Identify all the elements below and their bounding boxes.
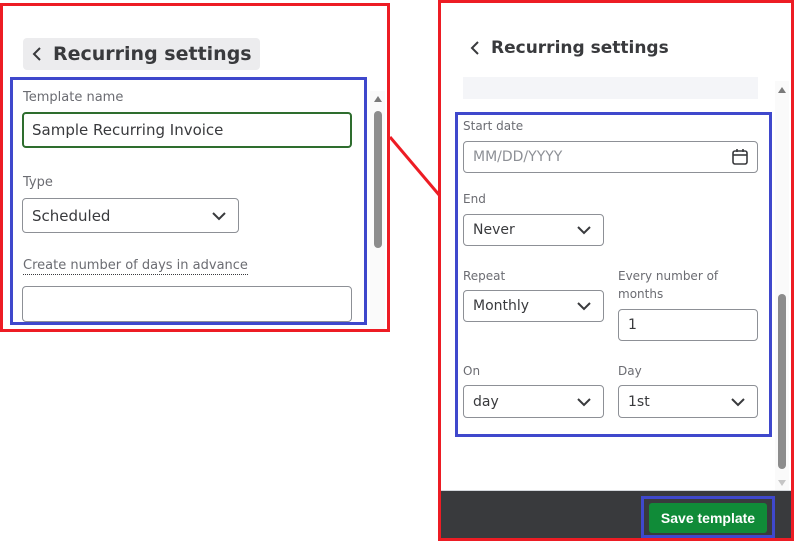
template-name-label: Template name	[23, 90, 124, 105]
day-label: Day	[618, 364, 642, 378]
chevron-down-icon	[577, 226, 591, 235]
scroll-up-arrow-icon[interactable]	[778, 87, 786, 93]
start-date-placeholder: MM/DD/YYYY	[473, 149, 563, 165]
repeat-select[interactable]: Monthly	[463, 290, 604, 322]
save-template-button[interactable]: Save template	[649, 503, 767, 533]
day-selected-value: 1st	[628, 393, 650, 410]
every-months-label-line2: months	[618, 287, 664, 301]
scroll-down-arrow-icon[interactable]	[778, 480, 786, 486]
left-panel-recurring-settings: Recurring settings Template name Sample …	[0, 3, 390, 332]
start-date-input[interactable]: MM/DD/YYYY	[463, 141, 758, 173]
on-select[interactable]: day	[463, 385, 604, 418]
scroll-thumb[interactable]	[373, 111, 382, 248]
calendar-icon[interactable]	[731, 148, 749, 166]
type-label: Type	[23, 175, 53, 190]
type-select[interactable]: Scheduled	[22, 198, 239, 233]
scroll-thumb[interactable]	[778, 294, 786, 469]
chevron-down-icon	[577, 397, 591, 406]
on-selected-value: day	[473, 393, 499, 410]
chevron-down-icon	[577, 302, 591, 311]
every-months-value: 1	[628, 317, 637, 333]
repeat-label: Repeat	[463, 269, 506, 283]
end-label: End	[463, 192, 486, 206]
chevron-left-icon	[32, 47, 41, 61]
template-name-input[interactable]: Sample Recurring Invoice	[22, 112, 352, 148]
footer-bar: Save template	[441, 490, 791, 538]
advance-days-label[interactable]: Create number of days in advance	[23, 258, 248, 275]
back-button[interactable]: Recurring settings	[461, 32, 677, 64]
every-months-input[interactable]: 1	[618, 309, 758, 341]
repeat-selected-value: Monthly	[473, 298, 530, 314]
panel-title: Recurring settings	[491, 38, 669, 58]
end-select[interactable]: Never	[463, 214, 604, 246]
collapsed-section-bar	[463, 77, 758, 99]
every-months-label-line1: Every number of	[618, 269, 719, 283]
template-name-value: Sample Recurring Invoice	[32, 121, 224, 139]
chevron-left-icon	[470, 41, 479, 55]
chevron-down-icon	[731, 397, 745, 406]
on-label: On	[463, 364, 481, 378]
end-selected-value: Never	[473, 222, 515, 238]
advance-days-input[interactable]	[22, 286, 352, 322]
scrollbar[interactable]	[775, 81, 789, 490]
type-selected-value: Scheduled	[32, 206, 111, 225]
scrollbar[interactable]	[370, 91, 385, 329]
right-panel-recurring-settings: Recurring settings Start date MM/DD/YYYY…	[438, 0, 794, 541]
chevron-down-icon	[212, 211, 226, 220]
back-button[interactable]: Recurring settings	[23, 38, 260, 70]
start-date-label: Start date	[463, 119, 524, 133]
panel-title: Recurring settings	[53, 43, 252, 65]
scroll-up-arrow-icon[interactable]	[373, 96, 382, 102]
day-select[interactable]: 1st	[618, 385, 758, 418]
